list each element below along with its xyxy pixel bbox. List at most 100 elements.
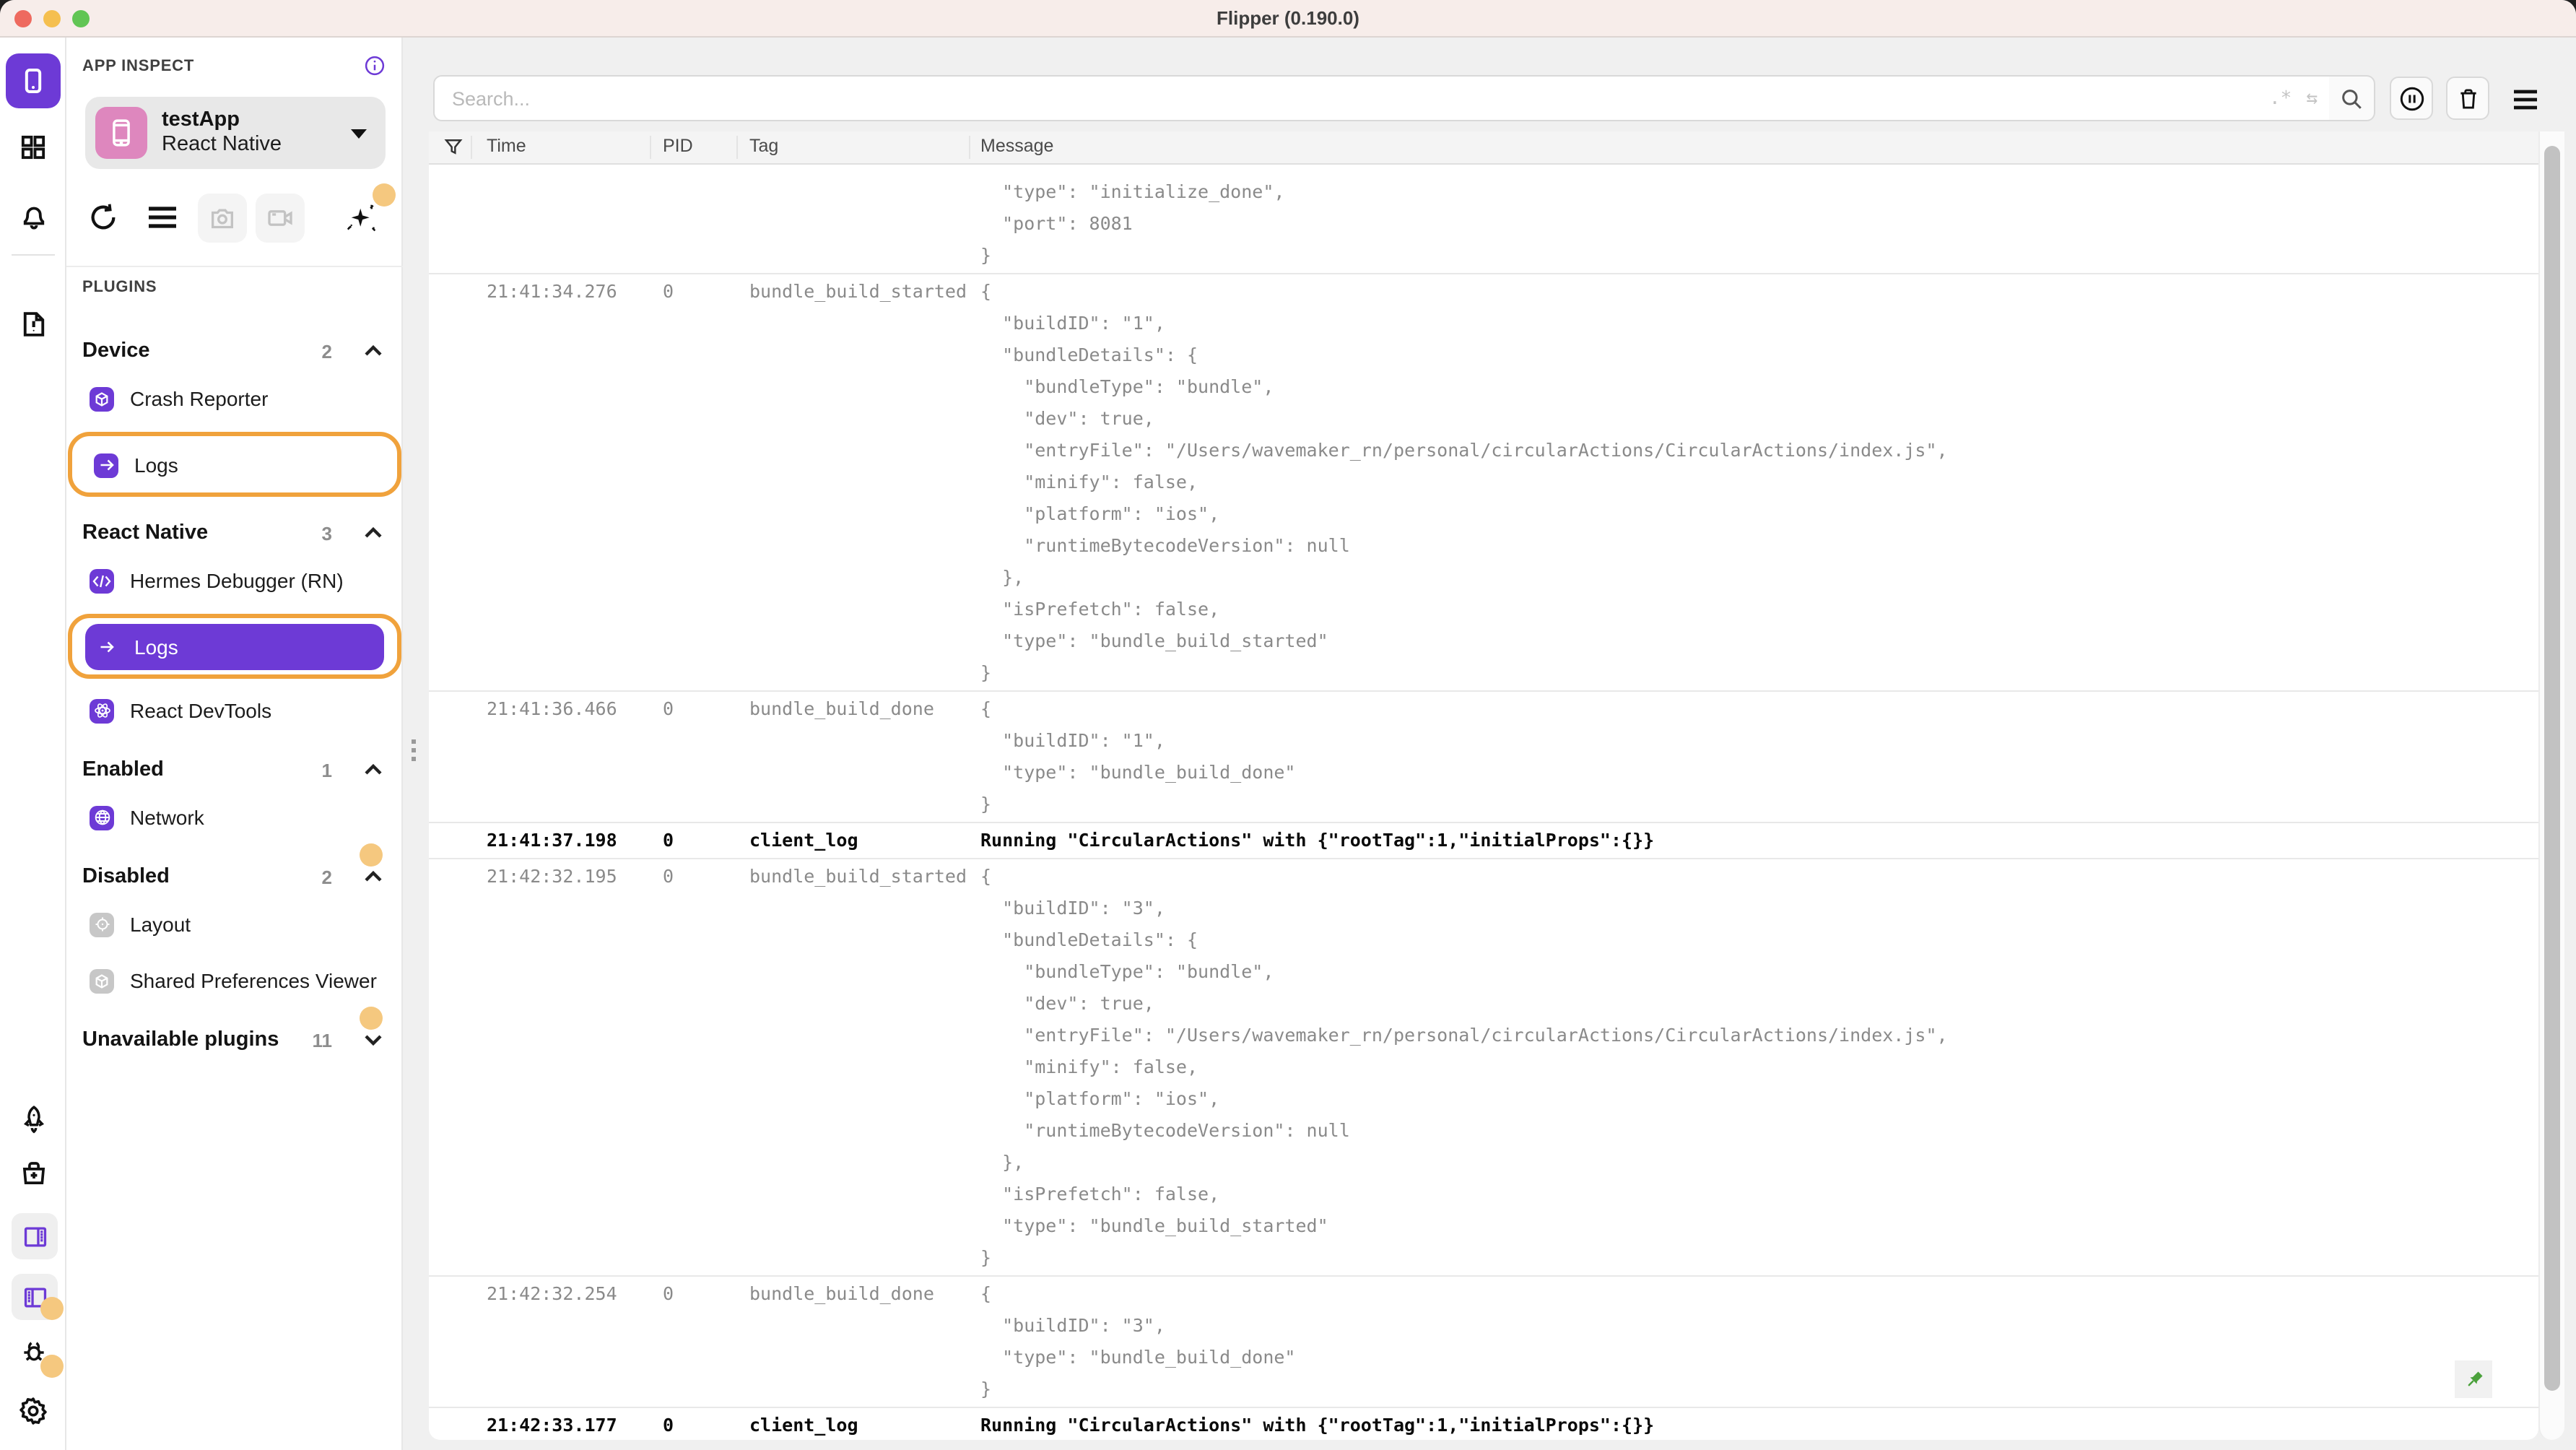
app-phone-icon[interactable]	[6, 53, 61, 108]
chevron-up-icon[interactable]	[364, 345, 383, 357]
rail-divider	[12, 254, 55, 256]
log-row[interactable]: "type": "initialize_done", "port": 8081 …	[429, 165, 2538, 274]
swap-arrows-icon[interactable]: ⇆	[2306, 87, 2318, 109]
app-selector[interactable]: testApp React Native	[85, 97, 386, 169]
filter-icon[interactable]	[443, 136, 464, 157]
sidebar-item-label: Logs	[134, 635, 178, 659]
log-row[interactable]: 21:41:36.466 0 bundle_build_done { "buildID…	[429, 692, 2538, 823]
log-time: 21:42:33.177	[487, 1414, 617, 1436]
log-pid: 0	[663, 865, 674, 887]
selected-app-platform: React Native	[162, 133, 282, 156]
sidebar-item-hermes-debugger-rn[interactable]: Hermes Debugger (RN)	[81, 557, 388, 604]
section-label: Unavailable plugins	[82, 1028, 279, 1051]
sidebar-item-label: Network	[130, 806, 204, 829]
section-notification-dot	[360, 843, 383, 867]
sidebar-item-layout[interactable]: Layout	[81, 901, 388, 947]
bell-icon[interactable]	[0, 201, 66, 231]
log-row[interactable]: 21:42:33.177 0 client_log Running "Circular…	[429, 1408, 2538, 1440]
log-message: "type": "initialize_done", "port": 8081 …	[980, 181, 1285, 266]
gear-icon[interactable]	[0, 1395, 66, 1427]
log-row[interactable]: 21:42:32.254 0 bundle_build_done { "buildID…	[429, 1277, 2538, 1408]
app-inspect-label: APP INSPECT	[82, 57, 195, 74]
pause-button[interactable]	[2390, 77, 2433, 120]
log-table-body: "type": "initialize_done", "port": 8081 …	[429, 165, 2538, 1440]
sidebar-item-logs[interactable]: Logs	[85, 442, 384, 488]
titlebar: Flipper (0.190.0)	[0, 0, 2576, 38]
traffic-lights	[14, 10, 90, 27]
plugin-sections: Device 2 Crash Reporter Logs React Native 3 He…	[66, 315, 403, 1056]
scrollbar-track[interactable]	[2538, 131, 2564, 1440]
plugin-section-header-react-native[interactable]: React Native 3	[66, 517, 403, 549]
column-header-pid[interactable]: PID	[663, 136, 693, 156]
column-header-time[interactable]: Time	[487, 136, 526, 156]
log-table: Time PID Tag Message "type": "initialize…	[429, 131, 2538, 1440]
section-count: 3	[321, 522, 332, 544]
log-time: 21:41:34.276	[487, 280, 617, 302]
scrollbar-thumb[interactable]	[2544, 146, 2560, 1391]
sidebar-item-crash-reporter[interactable]: Crash Reporter	[81, 375, 388, 422]
log-tag: bundle_build_started	[749, 865, 967, 887]
video-icon[interactable]	[256, 194, 305, 243]
plugin-section-header-device[interactable]: Device 2	[66, 335, 403, 367]
pin-to-bottom-button[interactable]	[2455, 1360, 2492, 1398]
menu-icon[interactable]	[147, 205, 178, 230]
sidebar-item-label: Layout	[130, 913, 191, 936]
sidebar-item-network[interactable]: Network	[81, 794, 388, 841]
cube-icon	[90, 968, 114, 993]
highlight-ring: Logs	[68, 432, 401, 497]
section-label: Device	[82, 339, 150, 362]
log-message: { "buildID": "3", "type": "bundle_build_…	[980, 1282, 1296, 1399]
plugin-section-header-enabled[interactable]: Enabled 1	[66, 754, 403, 786]
log-tag: bundle_build_started	[749, 280, 967, 302]
sidebar-resize-handle[interactable]	[403, 38, 429, 1450]
log-message: { "buildID": "3", "bundleDetails": { "bu…	[980, 865, 1948, 1268]
log-tag: bundle_build_done	[749, 1282, 934, 1304]
sidebar: APP INSPECT testApp React Native PLUGINS…	[66, 38, 403, 1450]
camera-icon[interactable]	[198, 194, 247, 243]
log-row[interactable]: 21:41:34.276 0 bundle_build_started { "buil…	[429, 274, 2538, 692]
panel-right-icon[interactable]	[12, 1213, 58, 1259]
column-header-tag[interactable]: Tag	[749, 136, 778, 156]
zoom-window-button[interactable]	[72, 10, 90, 27]
sidebar-item-react-devtools[interactable]: React DevTools	[81, 687, 388, 734]
log-tag: client_log	[749, 1414, 858, 1436]
log-message: { "buildID": "1", "bundleDetails": { "bu…	[980, 280, 1948, 683]
chevron-up-icon[interactable]	[364, 871, 383, 882]
plugin-section-header-unavailable-plugins[interactable]: Unavailable plugins 11	[66, 1007, 403, 1056]
chevron-up-icon[interactable]	[364, 764, 383, 776]
search-button[interactable]	[2329, 75, 2375, 121]
regex-toggle-icon[interactable]: .*	[2269, 87, 2292, 109]
plugins-label: PLUGINS	[82, 279, 157, 296]
sparkle-icon[interactable]	[344, 201, 380, 237]
log-tag: bundle_build_done	[749, 698, 934, 719]
plugin-section-header-disabled[interactable]: Disabled 2	[66, 843, 403, 893]
medkit-icon[interactable]	[0, 1158, 66, 1189]
code-icon	[90, 568, 114, 593]
sidebar-item-shared-preferences-viewer[interactable]: Shared Preferences Viewer	[81, 958, 388, 1004]
close-window-button[interactable]	[14, 10, 32, 27]
doc-alert-icon[interactable]	[0, 309, 66, 339]
search-input[interactable]: Search... .* ⇆	[433, 75, 2331, 121]
sidebar-item-label: Shared Preferences Viewer	[130, 969, 377, 992]
log-pid: 0	[663, 698, 674, 719]
sidebar-item-logs[interactable]: Logs	[85, 624, 384, 670]
log-message: { "buildID": "1", "type": "bundle_build_…	[980, 698, 1296, 815]
arrow-right-icon	[94, 453, 118, 477]
log-pid: 0	[663, 1282, 674, 1304]
minimize-window-button[interactable]	[43, 10, 61, 27]
log-row[interactable]: 21:41:37.198 0 client_log Running "Circular…	[429, 823, 2538, 859]
log-row[interactable]: 21:42:32.195 0 bundle_build_started { "buil…	[429, 859, 2538, 1277]
rocket-icon[interactable]	[0, 1103, 66, 1134]
grid-icon[interactable]	[0, 133, 66, 162]
chevron-down-icon[interactable]	[364, 1034, 383, 1046]
delete-logs-button[interactable]	[2446, 77, 2489, 120]
refresh-icon[interactable]	[87, 201, 120, 234]
section-notification-dot	[360, 1007, 383, 1030]
highlight-ring: Logs	[68, 614, 401, 679]
section-label: React Native	[82, 521, 209, 544]
info-icon[interactable]	[364, 55, 386, 77]
column-header-message[interactable]: Message	[980, 136, 1053, 156]
table-options-menu-icon[interactable]	[2508, 82, 2543, 117]
chevron-up-icon[interactable]	[364, 527, 383, 539]
sidebar-divider	[66, 266, 403, 267]
